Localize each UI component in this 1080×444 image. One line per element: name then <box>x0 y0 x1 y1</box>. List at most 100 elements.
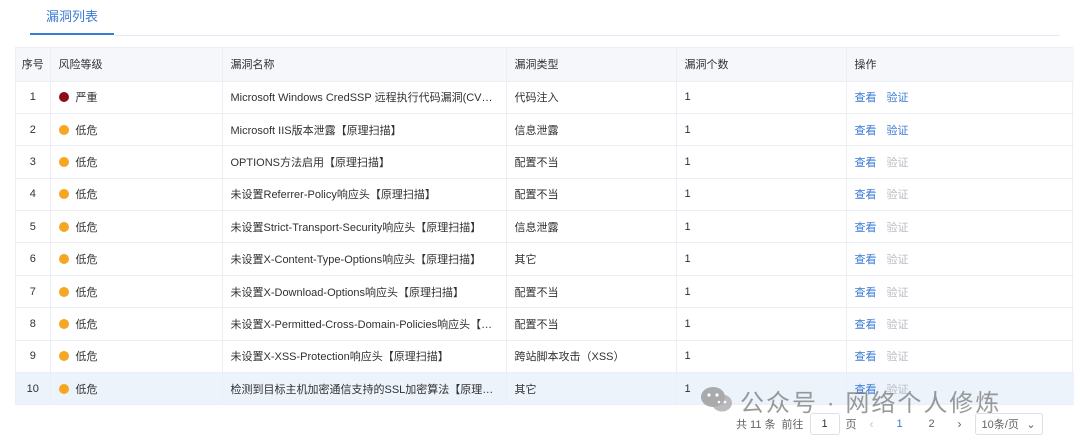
cell-seq: 10 <box>16 372 51 406</box>
cell-name: 未设置X-XSS-Protection响应头【原理扫描】 <box>222 340 507 374</box>
cell-actions: 查看 验证 <box>846 113 1074 147</box>
risk-label: 低危 <box>75 351 98 364</box>
verify-link[interactable]: 验证 <box>887 351 909 363</box>
cell-seq: 3 <box>16 145 51 179</box>
risk-dot-icon <box>58 92 69 103</box>
view-link[interactable]: 查看 <box>855 319 877 331</box>
cell-risk: 低危 <box>50 307 223 341</box>
risk-label: 低危 <box>75 383 98 396</box>
table-row: 7 低危 未设置X-Download-Options响应头【原理扫描】 配置不当 1 查看… <box>16 275 1074 309</box>
table-row: 5 低危 未设置Strict-Transport-Security响应头【原理扫描】… <box>16 210 1074 244</box>
cell-seq: 4 <box>16 178 51 212</box>
cell-count: 1 <box>676 81 847 114</box>
verify-link[interactable]: 验证 <box>887 254 909 266</box>
table-header-row: 序号 风险等级 漏洞名称 漏洞类型 漏洞个数 操作 <box>16 48 1074 82</box>
cell-name: OPTIONS方法启用【原理扫描】 <box>222 145 507 179</box>
verify-link[interactable]: 验证 <box>887 92 909 104</box>
view-link[interactable]: 查看 <box>855 351 877 363</box>
cell-risk: 严重 <box>50 81 223 114</box>
verify-link[interactable]: 验证 <box>887 319 909 331</box>
view-link[interactable]: 查看 <box>855 384 877 396</box>
cell-count: 1 <box>676 275 847 309</box>
risk-label: 低危 <box>75 189 98 202</box>
cell-type: 配置不当 <box>506 178 677 212</box>
verify-link[interactable]: 验证 <box>887 157 909 169</box>
risk-dot-icon <box>58 383 69 394</box>
view-link[interactable]: 查看 <box>855 125 877 137</box>
view-link[interactable]: 查看 <box>855 287 877 299</box>
table-row: 3 低危 OPTIONS方法启用【原理扫描】 配置不当 1 查看 验证 <box>16 145 1074 179</box>
verify-link[interactable]: 验证 <box>887 384 909 396</box>
cell-actions: 查看 验证 <box>846 340 1074 374</box>
risk-label: 低危 <box>75 286 98 299</box>
cell-actions: 查看 验证 <box>846 145 1074 179</box>
risk-label: 低危 <box>75 318 98 331</box>
risk-dot-icon <box>58 156 69 167</box>
cell-count: 1 <box>676 210 847 244</box>
cell-count: 1 <box>676 113 847 147</box>
view-link[interactable]: 查看 <box>855 189 877 201</box>
cell-type: 跨站脚本攻击（XSS） <box>506 340 677 374</box>
cell-type: 配置不当 <box>506 275 677 309</box>
header-action: 操作 <box>846 48 1074 82</box>
vuln-table: 序号 风险等级 漏洞名称 漏洞类型 漏洞个数 操作 1 严重 Microsoft W… <box>15 47 1074 406</box>
page-size-value: 10条/页 <box>981 419 1019 431</box>
cell-seq: 6 <box>16 242 51 276</box>
cell-risk: 低危 <box>50 372 223 406</box>
cell-name: Microsoft Windows CredSSP 远程执行代码漏洞(CVE-2… <box>222 81 507 114</box>
risk-label: 低危 <box>75 221 98 234</box>
cell-risk: 低危 <box>50 113 223 147</box>
cell-actions: 查看 验证 <box>846 178 1074 212</box>
cell-actions: 查看 验证 <box>846 210 1074 244</box>
cell-risk: 低危 <box>50 145 223 179</box>
cell-seq: 5 <box>16 210 51 244</box>
verify-link[interactable]: 验证 <box>887 189 909 201</box>
view-link[interactable]: 查看 <box>855 92 877 104</box>
view-link[interactable]: 查看 <box>855 157 877 169</box>
verify-link[interactable]: 验证 <box>887 125 909 137</box>
risk-dot-icon <box>58 124 69 135</box>
cell-type: 信息泄露 <box>506 113 677 147</box>
view-link[interactable]: 查看 <box>855 222 877 234</box>
cell-seq: 2 <box>16 113 51 147</box>
tab-active-indicator <box>30 33 114 35</box>
tab-bar: 漏洞列表 <box>0 0 1080 38</box>
cell-actions: 查看 验证 <box>846 275 1074 309</box>
cell-actions: 查看 验证 <box>846 242 1074 276</box>
verify-link[interactable]: 验证 <box>887 287 909 299</box>
risk-dot-icon <box>58 189 69 200</box>
cell-name: 未设置X-Content-Type-Options响应头【原理扫描】 <box>222 242 507 276</box>
verify-link[interactable]: 验证 <box>887 222 909 234</box>
cell-actions: 查看 验证 <box>846 81 1074 114</box>
page-2-button[interactable]: 2 <box>919 418 945 430</box>
cell-count: 1 <box>676 372 847 406</box>
risk-dot-icon <box>58 254 69 265</box>
cell-type: 配置不当 <box>506 145 677 179</box>
page-1-button[interactable]: 1 <box>887 418 913 430</box>
cell-risk: 低危 <box>50 340 223 374</box>
pagination-goto-input[interactable]: 1 <box>809 413 840 435</box>
cell-actions: 查看 验证 <box>846 372 1074 406</box>
header-name: 漏洞名称 <box>222 48 507 82</box>
prev-page-icon[interactable]: ‹ <box>863 417 881 431</box>
risk-dot-icon <box>58 286 69 297</box>
risk-dot-icon <box>58 318 69 329</box>
header-seq: 序号 <box>16 48 51 82</box>
cell-seq: 7 <box>16 275 51 309</box>
risk-label: 严重 <box>75 92 98 105</box>
tab-vuln-list[interactable]: 漏洞列表 <box>30 0 114 36</box>
cell-risk: 低危 <box>50 275 223 309</box>
cell-name: 未设置X-Download-Options响应头【原理扫描】 <box>222 275 507 309</box>
view-link[interactable]: 查看 <box>855 254 877 266</box>
risk-dot-icon <box>58 351 69 362</box>
cell-count: 1 <box>676 242 847 276</box>
risk-label: 低危 <box>75 156 98 169</box>
table-row: 4 低危 未设置Referrer-Policy响应头【原理扫描】 配置不当 1 查看 验证 <box>16 178 1074 212</box>
table-row: 1 严重 Microsoft Windows CredSSP 远程执行代码漏洞(CV… <box>16 81 1074 114</box>
cell-count: 1 <box>676 145 847 179</box>
cell-type: 代码注入 <box>506 81 677 114</box>
next-page-icon[interactable]: › <box>951 417 969 431</box>
cell-seq: 1 <box>16 81 51 114</box>
page-size-select[interactable]: 10条/页 ⌄ <box>974 413 1043 435</box>
risk-label: 低危 <box>75 124 98 137</box>
